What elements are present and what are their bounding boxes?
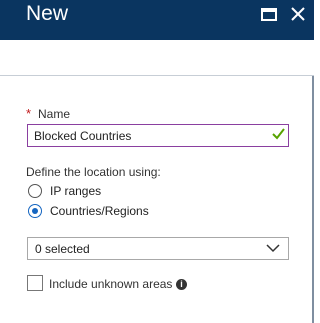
maximize-button[interactable] — [259, 4, 279, 24]
blade-toolbar — [0, 40, 314, 76]
include-unknown-label[interactable]: Include unknown areas — [49, 277, 172, 291]
name-input[interactable]: Blocked Countries — [27, 124, 289, 147]
radio-selected-dot — [32, 208, 38, 214]
blade-header: New — [0, 0, 314, 40]
include-unknown-checkbox[interactable] — [27, 275, 43, 291]
blade-title: New — [26, 2, 69, 25]
countries-regions-radio[interactable] — [28, 204, 42, 218]
close-button[interactable] — [288, 4, 308, 24]
info-icon[interactable]: i — [176, 279, 187, 290]
name-label: Name — [38, 107, 71, 121]
close-icon — [291, 7, 305, 21]
countries-regions-label[interactable]: Countries/Regions — [50, 204, 149, 218]
chevron-down-icon[interactable] — [266, 244, 280, 253]
new-blade: New * Name Blocked Countries Define the … — [0, 0, 314, 323]
location-label: Define the location using: — [26, 165, 161, 179]
ip-ranges-radio[interactable] — [28, 184, 42, 198]
ip-ranges-label[interactable]: IP ranges — [50, 184, 101, 198]
maximize-icon — [261, 8, 277, 21]
countries-select[interactable]: 0 selected — [27, 237, 289, 260]
required-marker: * — [26, 106, 32, 121]
checkmark-icon — [272, 128, 285, 140]
